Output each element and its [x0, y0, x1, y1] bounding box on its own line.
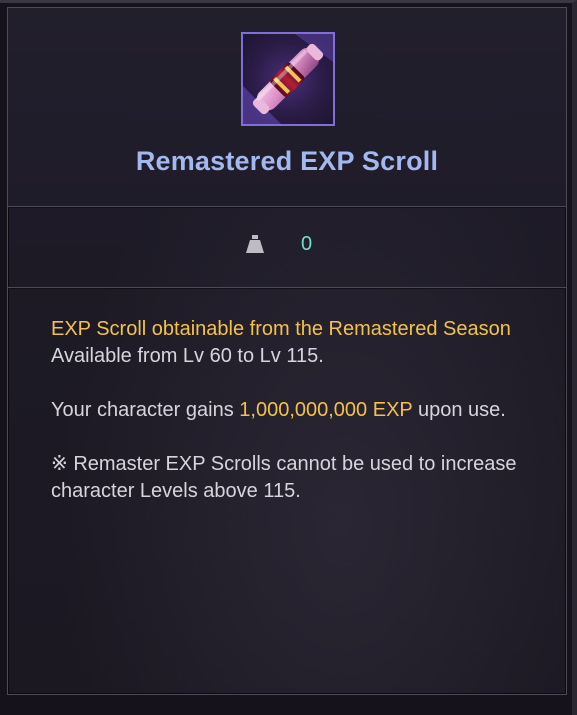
weight-divider [8, 287, 566, 288]
exp-scroll-icon [241, 32, 335, 126]
description-exp-gain: Your character gains 1,000,000,000 EXP u… [51, 397, 541, 424]
exp-amount: 1,000,000,000 EXP [239, 399, 413, 421]
item-tooltip: Remastered EXP Scroll 0 EXP Scroll obtai… [7, 7, 567, 695]
description-level-note: ※ Remaster EXP Scrolls cannot be used to… [51, 453, 517, 502]
description-source: EXP Scroll obtainable from the Remastere… [51, 318, 511, 340]
tooltip-header: Remastered EXP Scroll [8, 8, 566, 206]
item-description: EXP Scroll obtainable from the Remastere… [51, 316, 541, 505]
item-title: Remastered EXP Scroll [135, 146, 439, 176]
weight-icon [245, 234, 265, 254]
description-level-range: Available from Lv 60 to Lv 115. [51, 345, 324, 367]
weight-value: 0 [301, 233, 313, 255]
weight-row: 0 [8, 207, 566, 287]
exp-gain-prefix: Your character gains [51, 399, 240, 421]
exp-gain-suffix: upon use. [412, 399, 506, 421]
